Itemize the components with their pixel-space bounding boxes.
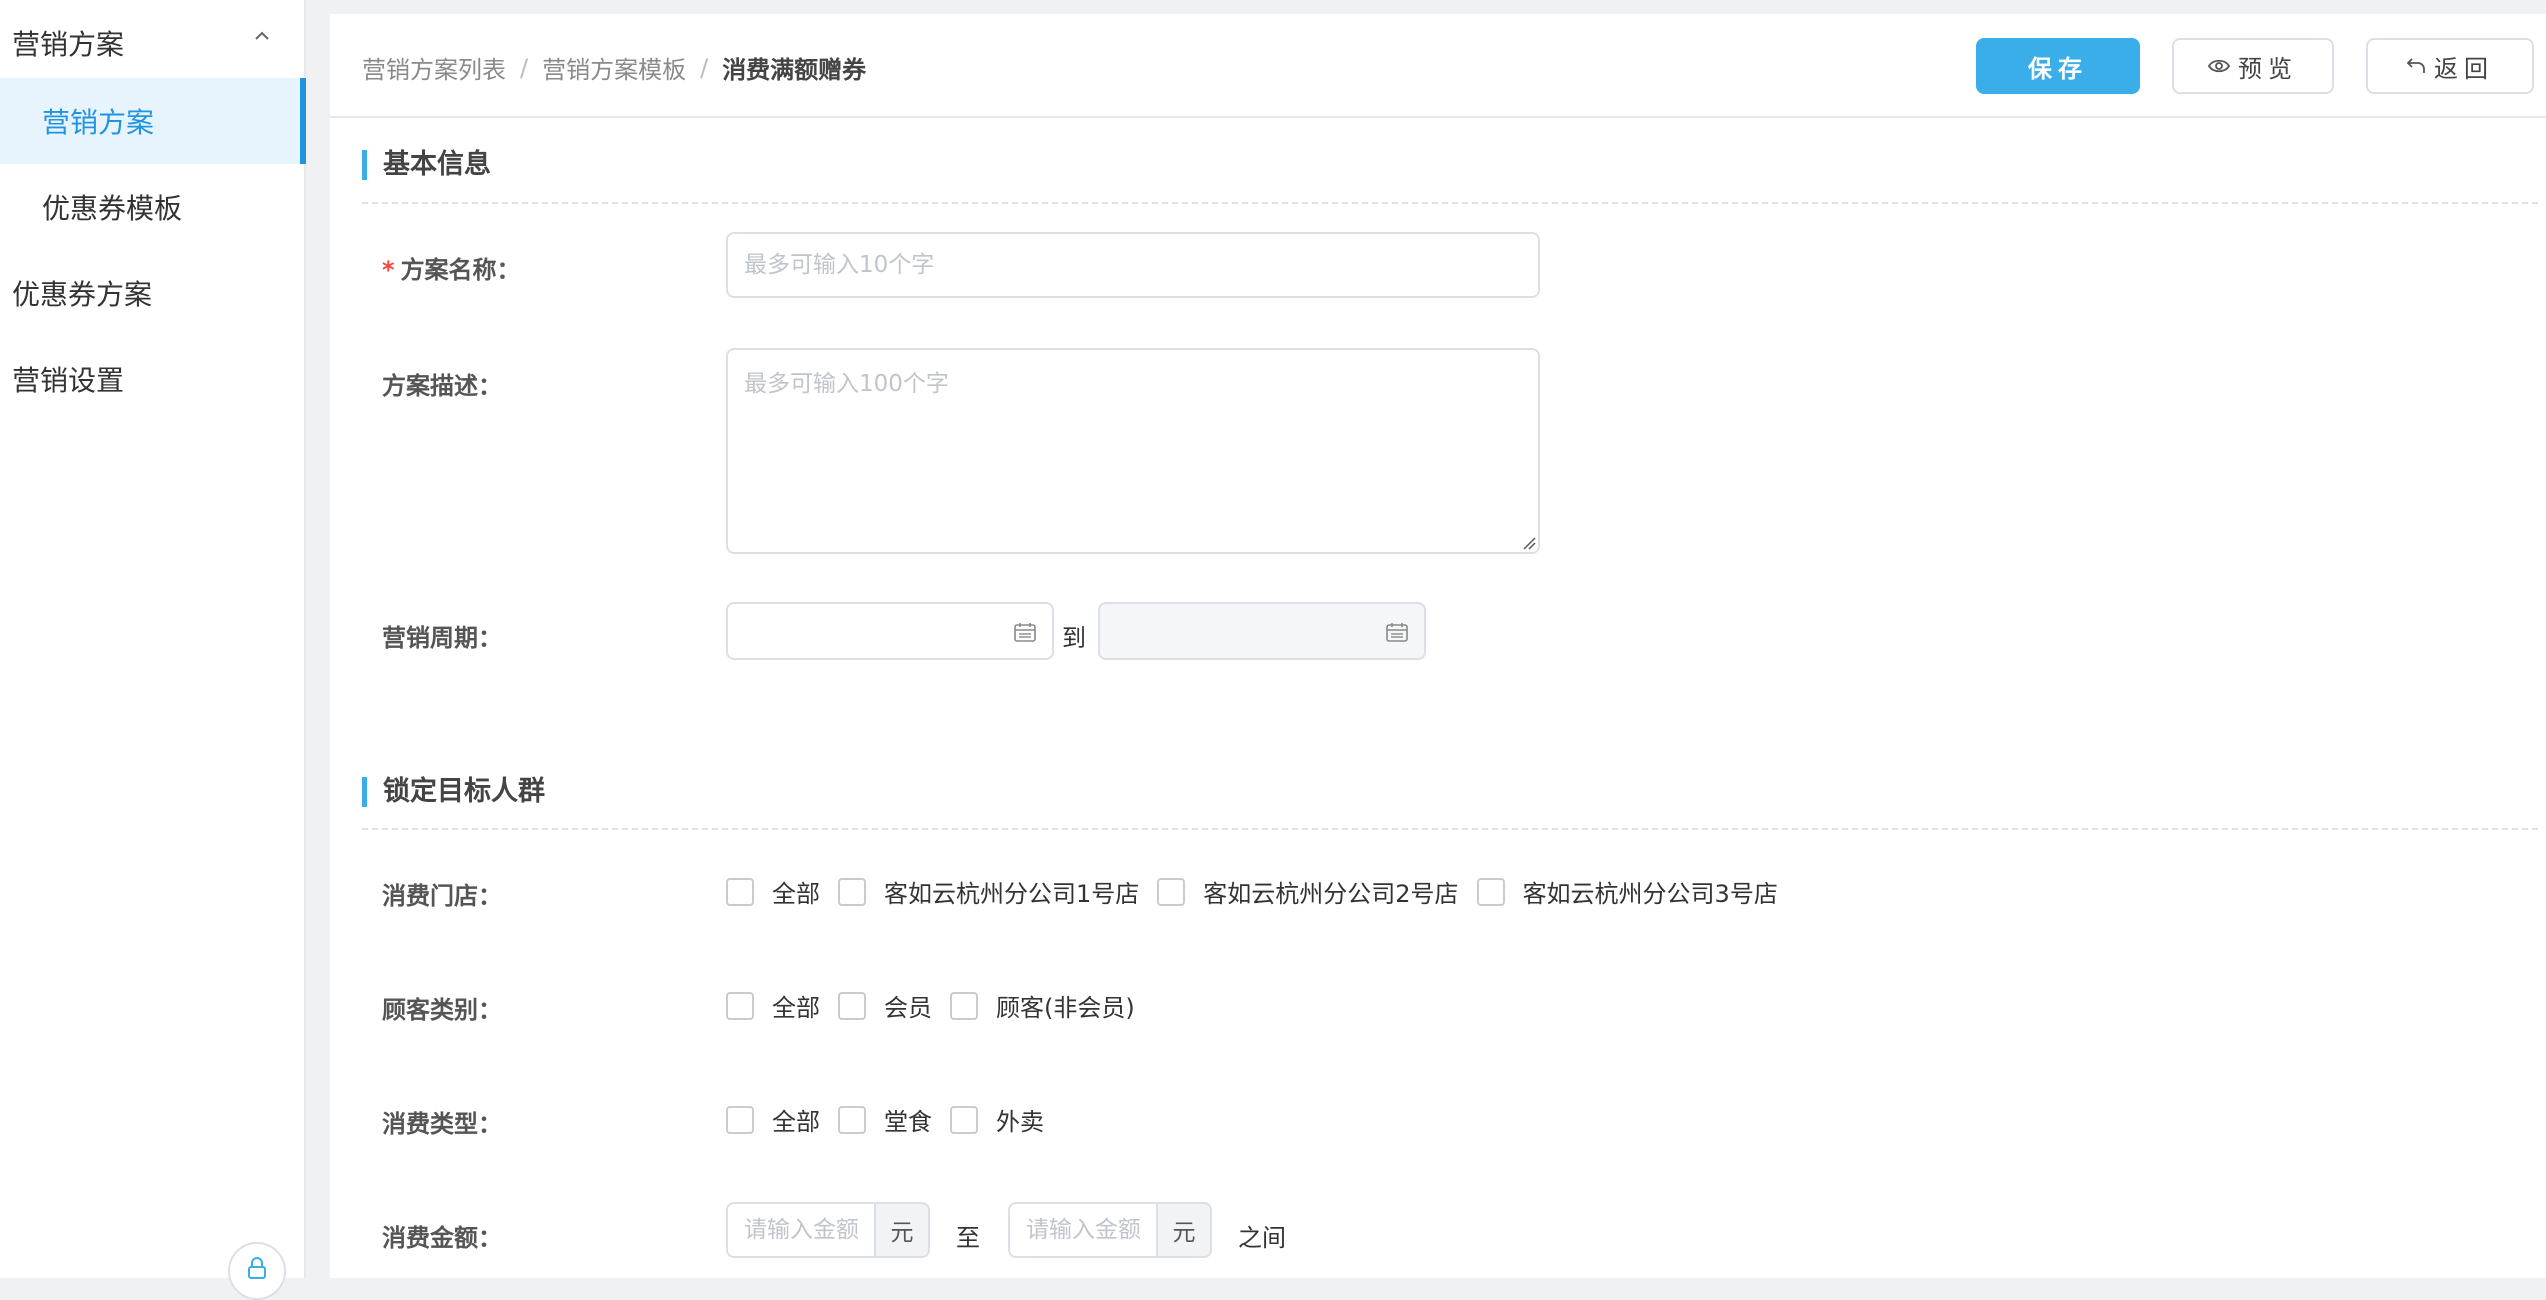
- required-mark: *: [382, 256, 395, 284]
- amount-min-input[interactable]: [726, 1202, 874, 1258]
- checkbox-store-2[interactable]: [1157, 877, 1186, 906]
- lock-button[interactable]: [228, 1242, 286, 1300]
- amount-unit: 元: [874, 1202, 930, 1258]
- checkbox-label: 全部: [772, 880, 820, 908]
- plan-name-input[interactable]: [726, 232, 1540, 298]
- section-title-basic-info: 基本信息: [362, 150, 491, 180]
- back-button-label: 返回: [2434, 54, 2494, 83]
- plan-desc-textarea[interactable]: [726, 348, 1540, 554]
- period-end-input[interactable]: [1098, 602, 1426, 660]
- period-start-input[interactable]: [726, 602, 1054, 660]
- sidebar-item-coupon-plan[interactable]: 优惠券方案: [0, 250, 306, 336]
- amount-label: 消费金额：: [382, 1224, 502, 1252]
- breadcrumb-separator: /: [520, 53, 529, 82]
- section-title-target: 锁定目标人群: [362, 777, 545, 807]
- sidebar-item-label: 营销方案: [12, 28, 125, 61]
- amount-max-group: 元: [1008, 1202, 1212, 1258]
- checkbox-consume-dine-in[interactable]: [838, 1105, 866, 1134]
- stores-checkbox-group: 全部 客如云杭州分公司1号店 客如云杭州分公司2号店 客如云杭州分公司3号店: [726, 874, 1796, 909]
- calendar-icon: [1386, 623, 1408, 642]
- checkbox-label: 会员: [884, 994, 932, 1022]
- plan-name-label-text: 方案名称：: [400, 256, 521, 284]
- sidebar-item-label: 优惠券模板: [42, 192, 183, 225]
- amount-min-group: 元: [726, 1202, 930, 1258]
- checkbox-label: 全部: [772, 994, 820, 1022]
- checkbox-label: 堂食: [884, 1108, 932, 1136]
- amount-between-text: 之间: [1238, 1224, 1286, 1252]
- checkbox-customer-non-member[interactable]: [950, 991, 978, 1020]
- lock-icon: [248, 1257, 266, 1279]
- plan-name-label: * 方案名称：: [382, 250, 521, 285]
- breadcrumb: 营销方案列表 / 营销方案模板 / 消费满额赠券: [362, 50, 866, 85]
- checkbox-label: 顾客(非会员): [996, 994, 1135, 1022]
- checkbox-label: 客如云杭州分公司3号店: [1522, 880, 1778, 908]
- return-arrow-icon: [2406, 58, 2425, 73]
- preview-button-label: 预览: [2238, 54, 2298, 83]
- checkbox-store-all[interactable]: [726, 877, 754, 906]
- sidebar-item-coupon-template[interactable]: 优惠券模板: [0, 164, 306, 250]
- sidebar-item-label: 优惠券方案: [12, 278, 153, 311]
- checkbox-store-1[interactable]: [838, 877, 866, 906]
- checkbox-customer-all[interactable]: [726, 991, 754, 1020]
- breadcrumb-item[interactable]: 营销方案模板: [542, 50, 686, 85]
- sidebar: 营销方案 营销方案 优惠券模板 优惠券方案 营销设置: [0, 0, 306, 1300]
- checkbox-label: 全部: [772, 1108, 820, 1136]
- header-bar: 营销方案列表 / 营销方案模板 / 消费满额赠券 保存 预览 返回: [330, 14, 2546, 118]
- amount-max-input[interactable]: [1008, 1202, 1156, 1258]
- checkbox-store-3[interactable]: [1476, 877, 1505, 906]
- preview-button[interactable]: 预览: [2172, 38, 2334, 94]
- save-button-label: 保存: [2028, 54, 2088, 83]
- checkbox-label: 客如云杭州分公司2号店: [1203, 880, 1459, 908]
- checkbox-label: 客如云杭州分公司1号店: [884, 880, 1140, 908]
- sidebar-item-label: 营销方案: [42, 106, 155, 139]
- eye-icon: [2208, 59, 2230, 73]
- period-label: 营销周期：: [382, 624, 502, 652]
- checkbox-customer-member[interactable]: [838, 991, 866, 1020]
- customer-type-checkbox-group: 全部 会员 顾客(非会员): [726, 988, 1153, 1023]
- chevron-up-icon: [255, 31, 269, 40]
- consume-type-label: 消费类型：: [382, 1110, 502, 1138]
- consume-type-checkbox-group: 全部 堂食 外卖: [726, 1102, 1062, 1137]
- section-divider: [362, 828, 2538, 830]
- amount-unit: 元: [1156, 1202, 1212, 1258]
- breadcrumb-item[interactable]: 营销方案列表: [362, 50, 506, 85]
- customer-type-label: 顾客类别：: [382, 996, 502, 1024]
- checkbox-consume-all[interactable]: [726, 1105, 754, 1134]
- section-divider: [362, 202, 2538, 204]
- plan-desc-wrapper: [726, 348, 1540, 554]
- period-to-text: 到: [1062, 624, 1086, 652]
- plan-desc-label: 方案描述：: [382, 372, 502, 400]
- stores-label: 消费门店：: [382, 882, 502, 910]
- amount-to-text: 至: [956, 1224, 980, 1252]
- sidebar-item-marketing-settings[interactable]: 营销设置: [0, 336, 306, 422]
- sidebar-group-marketing-plan[interactable]: 营销方案: [0, 0, 306, 86]
- checkbox-label: 外卖: [996, 1108, 1044, 1136]
- breadcrumb-current: 消费满额赠券: [722, 56, 867, 84]
- checkbox-consume-takeout[interactable]: [950, 1105, 978, 1134]
- resize-handle-icon[interactable]: [1522, 536, 1536, 550]
- sidebar-item-marketing-plan[interactable]: 营销方案: [0, 78, 306, 164]
- save-button[interactable]: 保存: [1976, 38, 2140, 94]
- calendar-icon: [1014, 623, 1036, 642]
- back-button[interactable]: 返回: [2366, 38, 2534, 94]
- main-panel: 营销方案列表 / 营销方案模板 / 消费满额赠券 保存 预览 返回 基本信息 *…: [330, 14, 2546, 1278]
- breadcrumb-separator: /: [700, 53, 709, 82]
- sidebar-item-label: 营销设置: [12, 364, 125, 397]
